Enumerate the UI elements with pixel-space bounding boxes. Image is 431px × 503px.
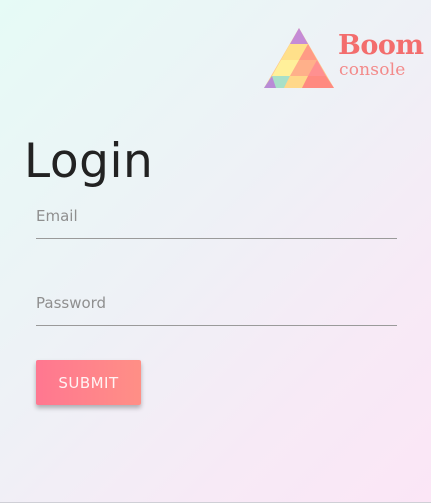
email-field-wrapper <box>36 199 397 239</box>
page-title: Login <box>24 134 154 190</box>
email-field[interactable] <box>36 199 397 239</box>
brand-tagline: console <box>339 60 406 80</box>
submit-button[interactable]: SUBMIT <box>36 360 141 405</box>
triangle-logo-icon <box>264 28 334 88</box>
password-field-wrapper <box>36 286 397 326</box>
brand-logo: Boom console <box>262 26 424 92</box>
password-field[interactable] <box>36 286 397 326</box>
brand-name: Boom <box>338 30 424 61</box>
